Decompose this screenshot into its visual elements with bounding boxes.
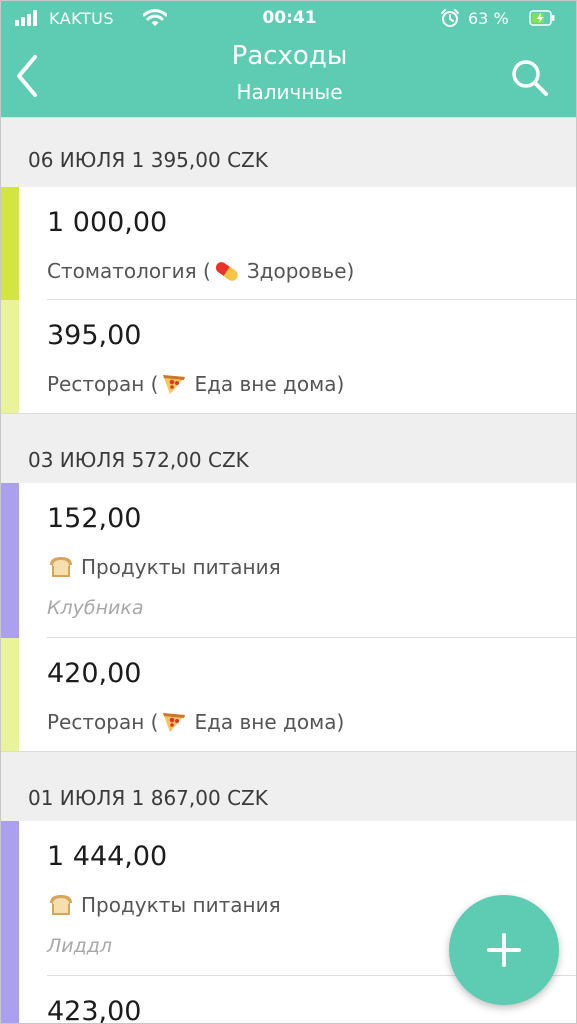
category-name: Ресторан ( bbox=[47, 710, 159, 734]
day-header-label: 06 ИЮЛЯ 1 395,00 CZK bbox=[28, 148, 268, 172]
expense-amount: 420,00 bbox=[47, 658, 142, 689]
day-header-label: 01 ИЮЛЯ 1 867,00 CZK bbox=[28, 786, 268, 810]
expense-row[interactable]: 152,00 Продукты питания Клубника bbox=[1, 483, 576, 638]
day-header: 06 ИЮЛЯ 1 395,00 CZK bbox=[1, 117, 576, 187]
category-group: Еда вне дома) bbox=[194, 710, 345, 734]
category-name: Стоматология ( bbox=[47, 259, 211, 283]
category-group: Здоровье) bbox=[246, 259, 355, 283]
expense-note: Лиддл bbox=[47, 935, 113, 957]
expense-category: Ресторан ( Еда вне дома) bbox=[47, 710, 344, 734]
pizza-icon bbox=[160, 373, 188, 395]
nav-bar: Расходы Наличные bbox=[1, 37, 576, 117]
category-color-bar bbox=[1, 300, 19, 413]
plus-icon bbox=[487, 933, 521, 967]
search-button[interactable] bbox=[509, 57, 549, 97]
add-expense-button[interactable] bbox=[449, 895, 559, 1005]
expense-amount: 152,00 bbox=[47, 503, 142, 534]
day-header: 03 ИЮЛЯ 572,00 CZK bbox=[1, 413, 576, 483]
expense-category: Ресторан ( Еда вне дома) bbox=[47, 372, 344, 396]
expense-category: Продукты питания bbox=[47, 555, 281, 579]
search-icon bbox=[512, 60, 548, 96]
battery-percent: 63 % bbox=[468, 9, 509, 28]
header: KAKTUS 00:41 63 % Расходы Наличные bbox=[1, 1, 576, 117]
expense-row[interactable]: 1 000,00 Стоматология ( Здоровье) bbox=[1, 187, 576, 300]
expense-amount: 1 000,00 bbox=[47, 207, 168, 238]
expense-list[interactable]: 06 ИЮЛЯ 1 395,00 CZK 1 000,00 Стоматолог… bbox=[1, 117, 576, 1023]
alarm-icon bbox=[440, 8, 460, 28]
category-color-bar bbox=[1, 821, 19, 976]
expense-row[interactable]: 395,00 Ресторан ( Еда вне дома) bbox=[1, 300, 576, 413]
category-group: Еда вне дома) bbox=[194, 372, 345, 396]
bread-icon bbox=[47, 556, 75, 578]
pill-icon bbox=[213, 260, 241, 282]
battery-charging-icon bbox=[529, 10, 555, 26]
expense-amount: 1 444,00 bbox=[47, 841, 168, 872]
app-frame: KAKTUS 00:41 63 % Расходы Наличные 06 ИЮ… bbox=[0, 0, 577, 1024]
page-subtitle: Наличные bbox=[236, 80, 343, 104]
expense-category: Продукты питания bbox=[47, 893, 281, 917]
day-header-label: 03 ИЮЛЯ 572,00 CZK bbox=[28, 448, 249, 472]
status-bar: KAKTUS 00:41 63 % bbox=[1, 1, 576, 37]
category-color-bar bbox=[1, 483, 19, 638]
expense-amount: 395,00 bbox=[47, 320, 142, 351]
category-name: Ресторан ( bbox=[47, 372, 159, 396]
expense-amount: 423,00 bbox=[47, 996, 142, 1023]
bread-icon bbox=[47, 894, 75, 916]
expense-category: Стоматология ( Здоровье) bbox=[47, 259, 354, 283]
page-title: Расходы bbox=[231, 41, 348, 71]
category-color-bar bbox=[1, 976, 19, 1023]
category-name: Продукты питания bbox=[81, 555, 281, 579]
category-color-bar bbox=[1, 187, 19, 300]
category-color-bar bbox=[1, 638, 19, 751]
expense-note: Клубника bbox=[47, 597, 144, 619]
day-header: 01 ИЮЛЯ 1 867,00 CZK bbox=[1, 751, 576, 821]
expense-row[interactable]: 420,00 Ресторан ( Еда вне дома) bbox=[1, 638, 576, 751]
pizza-icon bbox=[160, 711, 188, 733]
category-name: Продукты питания bbox=[81, 893, 281, 917]
